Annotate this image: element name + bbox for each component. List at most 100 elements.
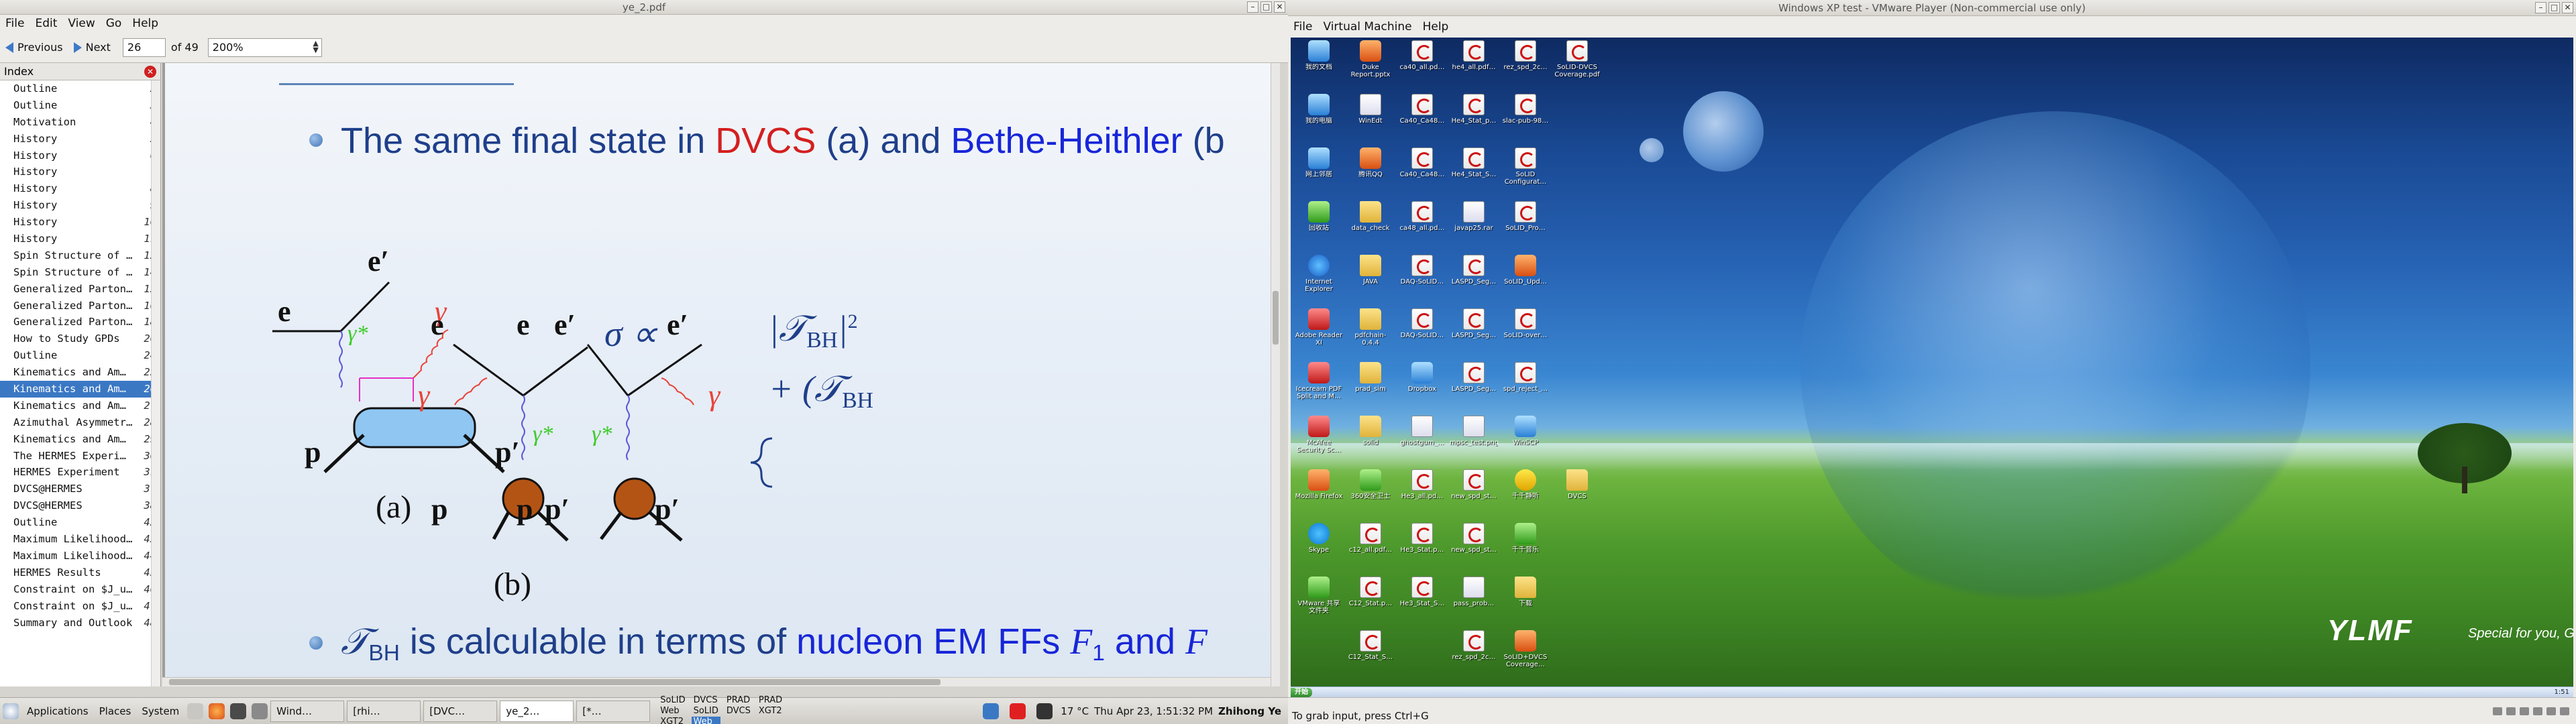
- desktop-icon[interactable]: rez_spd_2c…: [1450, 630, 1498, 661]
- index-item[interactable]: Maximum Likelihood… 43: [0, 531, 160, 548]
- task-5[interactable]: [*…: [576, 700, 651, 722]
- desktop-icon[interactable]: JAVA: [1346, 255, 1395, 286]
- desktop-icon[interactable]: He3_Stat_S…: [1398, 577, 1446, 607]
- desktop-icon[interactable]: SoLID+DVCS Coverage…: [1501, 630, 1550, 668]
- desktop-icon[interactable]: rez_spd_2c…: [1501, 40, 1550, 71]
- desktop-icon[interactable]: javap25.rar: [1450, 201, 1498, 232]
- index-item[interactable]: History6: [0, 147, 160, 164]
- desktop-icon[interactable]: 网上邻居: [1295, 147, 1343, 178]
- desktop-icon[interactable]: ghostgum_…: [1398, 416, 1446, 446]
- network-adapter-icon[interactable]: [2533, 707, 2542, 715]
- desktop-icon[interactable]: Adobe Reader XI: [1295, 308, 1343, 347]
- vm-close-button[interactable]: ✕: [2562, 2, 2573, 13]
- desktop-icon[interactable]: SoLID Configurat…: [1501, 147, 1550, 186]
- desktop-icon[interactable]: spd_reject_…: [1501, 362, 1550, 393]
- desktop-icon[interactable]: Dropbox: [1398, 362, 1446, 393]
- desktop-icon[interactable]: slac-pub-98…: [1501, 94, 1550, 125]
- desktop-icon[interactable]: DAQ-SoLID…: [1398, 255, 1446, 286]
- index-item[interactable]: DVCS@HERMES 38: [0, 497, 160, 514]
- shortcut-solid[interactable]: SoLID: [658, 695, 687, 706]
- desktop-icon[interactable]: C12_Stat_S…: [1346, 630, 1395, 661]
- hscroll-thumb[interactable]: [169, 679, 941, 685]
- menu-view[interactable]: View: [62, 17, 100, 30]
- shortcut-xgt2[interactable]: XGT2: [757, 706, 784, 717]
- desktop-icon[interactable]: He4_Stat_p…: [1450, 94, 1498, 125]
- desktop-icon[interactable]: prad_sim: [1346, 362, 1395, 393]
- shortcut-dvcs-2[interactable]: DVCS: [724, 706, 753, 717]
- index-item[interactable]: Kinematics and Am… 25: [0, 364, 160, 381]
- desktop-icon[interactable]: DAQ-SoLID…: [1398, 308, 1446, 339]
- desktop-icon[interactable]: DVCS: [1553, 469, 1601, 500]
- page-number-input[interactable]: 26: [122, 38, 166, 57]
- index-item[interactable]: Kinematics and Am… 29: [0, 431, 160, 448]
- document-view[interactable]: The same final state in DVCS (a) and Bet…: [162, 63, 1280, 686]
- vm-menu-help[interactable]: Help: [1417, 20, 1454, 34]
- vm-maximize-button[interactable]: □: [2548, 2, 2560, 13]
- desktop-icon[interactable]: SoLID_Upd…: [1501, 255, 1550, 286]
- network-icon[interactable]: [983, 703, 1000, 719]
- index-item[interactable]: History9: [0, 197, 160, 214]
- index-item[interactable]: Spin Structure of … 14: [0, 264, 160, 281]
- next-button[interactable]: Next: [68, 41, 116, 54]
- desktop-icon[interactable]: new_spd_st…: [1450, 523, 1498, 554]
- vm-menu-file[interactable]: File: [1288, 20, 1318, 34]
- desktop-icon[interactable]: He4_Stat_S…: [1450, 147, 1498, 178]
- desktop-icon[interactable]: new_spd_st…: [1450, 469, 1498, 500]
- index-item[interactable]: Generalized Parton… 16: [0, 298, 160, 314]
- desktop-icon[interactable]: c12_all.pdf…: [1346, 523, 1395, 554]
- desktop-icon[interactable]: Icecream PDF Split and M…: [1295, 362, 1343, 400]
- desktop-icon[interactable]: He3_Stat.p…: [1398, 523, 1446, 554]
- index-item[interactable]: Motivation4: [0, 114, 160, 131]
- desktop-icon[interactable]: LASPD_Seg…: [1450, 255, 1498, 286]
- desktop-icon[interactable]: Mozilla Firefox: [1295, 469, 1343, 500]
- desktop-icon[interactable]: LASPD_Seg…: [1450, 308, 1498, 339]
- shortcut-prad[interactable]: PRAD: [724, 695, 753, 706]
- usb-icon[interactable]: [2546, 707, 2556, 715]
- desktop-icon[interactable]: SoLID-DVCS Coverage.pdf: [1553, 40, 1601, 78]
- desktop-icon[interactable]: Ca40_Ca48…: [1398, 147, 1446, 178]
- vm-menu-virtual-machine[interactable]: Virtual Machine: [1318, 20, 1417, 34]
- vm-minimize-button[interactable]: –: [2535, 2, 2546, 13]
- index-scrollbar[interactable]: [151, 80, 160, 686]
- desktop-icon[interactable]: mpsc_test.png: [1450, 416, 1498, 446]
- index-item[interactable]: How to Study GPDs 20: [0, 330, 160, 347]
- task-2[interactable]: [rhi…: [347, 700, 421, 722]
- task-1[interactable]: Wind…: [270, 700, 345, 722]
- shortcut-solid-2[interactable]: SoLID: [692, 706, 720, 717]
- document-vscrollbar[interactable]: [1271, 63, 1280, 686]
- settings-icon[interactable]: [252, 703, 268, 719]
- menu-help[interactable]: Help: [127, 17, 164, 30]
- desktop-icon[interactable]: 360安全卫士: [1346, 469, 1395, 500]
- index-item[interactable]: Summary and Outlook 48: [0, 615, 160, 631]
- user-name[interactable]: Zhihong Ye: [1218, 705, 1281, 717]
- index-item[interactable]: HERMES Experiment 31: [0, 464, 160, 481]
- desktop-icon[interactable]: SoLID_Pro…: [1501, 201, 1550, 232]
- xp-desktop[interactable]: YLMF Special for you, Green & Safety. 我的…: [1291, 38, 2573, 686]
- index-item[interactable]: HERMES Results 45: [0, 564, 160, 581]
- desktop-icon[interactable]: solid: [1346, 416, 1395, 446]
- floppy-icon[interactable]: [2520, 707, 2529, 715]
- desktop-icon[interactable]: WinEdt: [1346, 94, 1395, 125]
- firefox-icon[interactable]: [209, 703, 225, 719]
- shortcut-prad-2[interactable]: PRAD: [757, 695, 784, 706]
- desktop-icon[interactable]: ca48_all.pd…: [1398, 201, 1446, 232]
- desktop-icon[interactable]: pdfchain-0.4.4: [1346, 308, 1395, 347]
- desktop-icon[interactable]: 腾讯QQ: [1346, 147, 1395, 178]
- launcher-icon[interactable]: [187, 703, 204, 719]
- desktop-icon[interactable]: 千千音乐: [1501, 523, 1550, 554]
- desktop-icon[interactable]: data_check: [1346, 201, 1395, 232]
- system-menu[interactable]: System: [136, 705, 184, 717]
- desktop-icon[interactable]: C12_Stat.p…: [1346, 577, 1395, 607]
- menu-edit[interactable]: Edit: [30, 17, 62, 30]
- index-item[interactable]: Constraint on $J_u… 47: [0, 598, 160, 615]
- desktop-icon[interactable]: 下载: [1501, 577, 1550, 607]
- task-4[interactable]: ye_2…: [500, 700, 574, 722]
- close-button[interactable]: ✕: [1274, 1, 1285, 13]
- desktop-icon[interactable]: ca40_all.pd…: [1398, 40, 1446, 71]
- places-menu[interactable]: Places: [94, 705, 137, 717]
- desktop-icon[interactable]: McAfee Security Sc…: [1295, 416, 1343, 454]
- index-item[interactable]: History 10: [0, 214, 160, 231]
- desktop-icon[interactable]: 回收站: [1295, 201, 1343, 232]
- index-item[interactable]: History 11: [0, 231, 160, 247]
- minimize-button[interactable]: –: [1247, 1, 1258, 13]
